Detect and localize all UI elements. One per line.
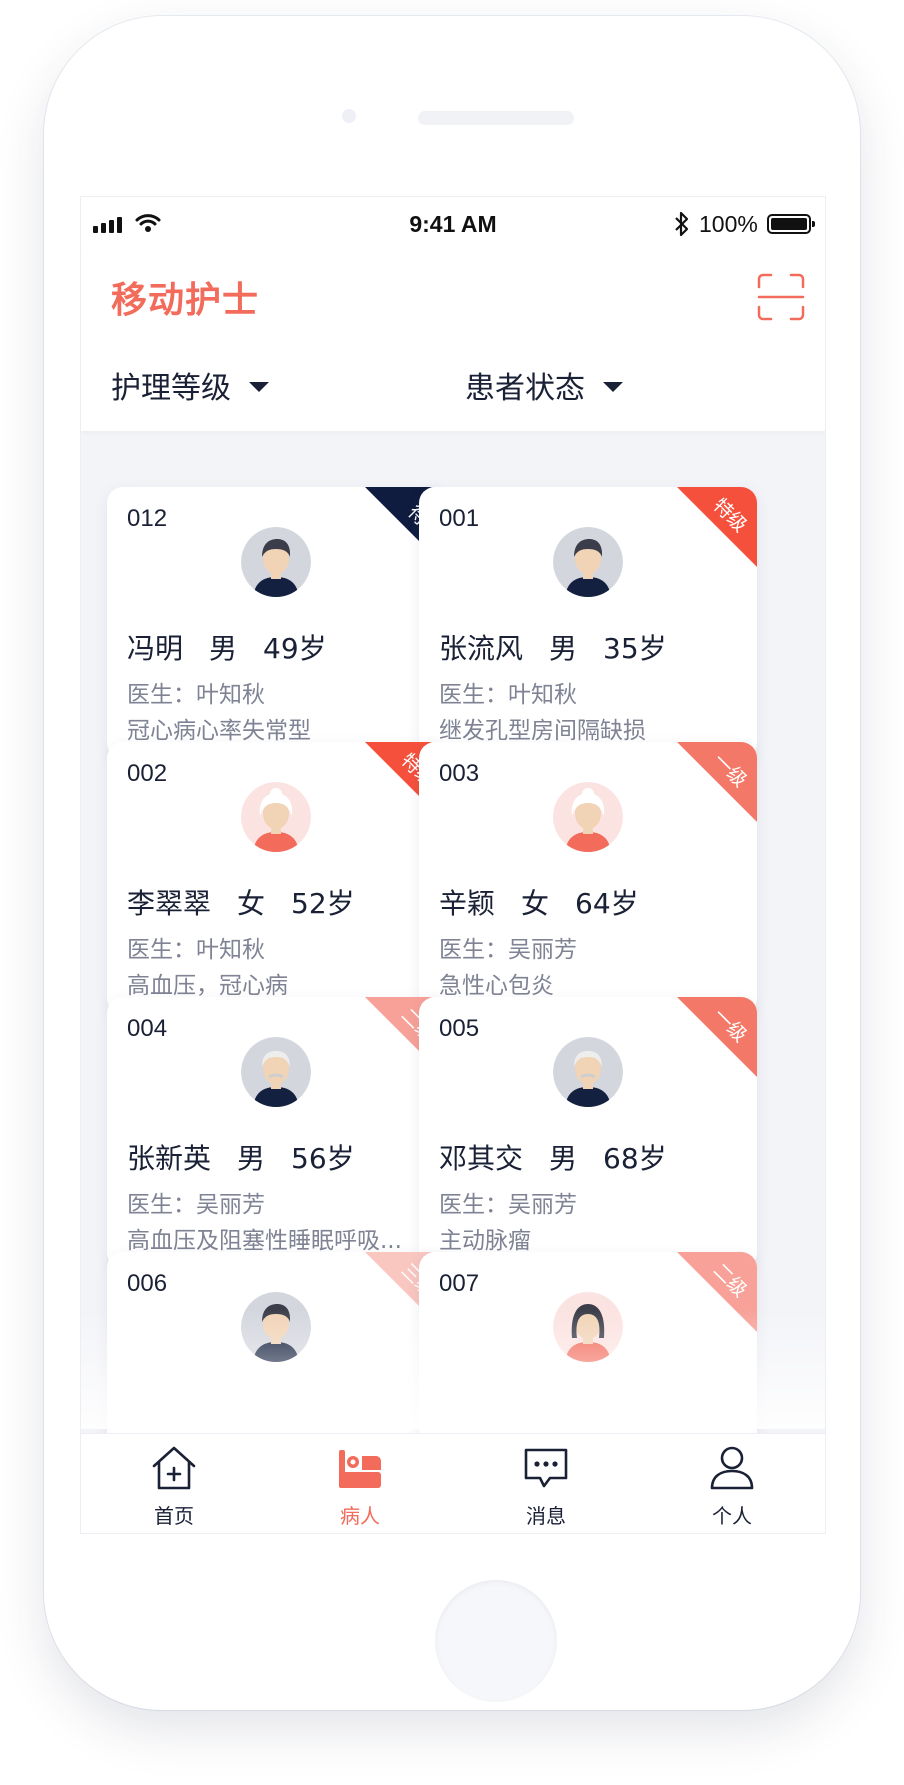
patient-bed-icon: [339, 1450, 381, 1488]
bed-number: 003: [439, 760, 480, 787]
bed-number: 002: [127, 760, 168, 787]
patient-name: 冯明: [127, 632, 184, 665]
tab-home[interactable]: 首页: [81, 1434, 267, 1533]
patient-sex: 女: [521, 887, 550, 920]
bluetooth-icon: [675, 211, 689, 237]
bed-number: 001: [439, 505, 480, 532]
patient-info: 李翠翠女 52岁: [127, 882, 355, 922]
attending-doctor: 医生：吴丽芳: [439, 1192, 577, 1218]
app-header: 移动护士 护理等级 患者状态: [81, 253, 825, 431]
patient-name: 辛颖: [439, 887, 496, 920]
patient-age: 49岁: [263, 632, 327, 665]
diagnosis: 高血压，冠心病: [127, 973, 288, 999]
bed-number: 006: [127, 1270, 168, 1297]
patient-sex: 男: [549, 1142, 578, 1175]
diagnosis: 继发孔型房间隔缺损: [439, 718, 646, 744]
patient-sex: 男: [209, 632, 238, 665]
tab-messages-label: 消息: [526, 1504, 566, 1528]
battery-icon: [767, 214, 815, 234]
patient-name: 李翠翠: [127, 887, 212, 920]
nursing-level-ribbon: 一级: [677, 742, 757, 822]
earpiece-speaker: [418, 111, 574, 125]
patient-avatar: [553, 1292, 623, 1362]
patient-avatar: [553, 527, 623, 597]
nursing-level-ribbon: 二级: [677, 1252, 757, 1332]
patient-card[interactable]: 003 一级辛颖女 64岁医生：吴丽芳 急性心包炎: [419, 742, 757, 1014]
diagnosis: 冠心病心率失常型: [127, 718, 311, 744]
patient-name: 邓其交: [439, 1142, 524, 1175]
patient-info: 张新英男 56岁: [127, 1137, 355, 1177]
bed-number: 004: [127, 1015, 168, 1042]
nursing-level-filter-label: 护理等级: [111, 371, 231, 406]
patient-age: 52岁: [291, 887, 355, 920]
nursing-level-filter[interactable]: 护理等级: [111, 363, 269, 407]
tab-patients[interactable]: 病人: [267, 1434, 453, 1533]
patient-sex: 男: [549, 632, 578, 665]
patient-card[interactable]: 005 一级邓其交男 68岁 医生：吴丽芳 主动脉瘤: [419, 997, 757, 1269]
patient-age: 35岁: [603, 632, 667, 665]
patient-info: 辛颖女 64岁: [439, 882, 639, 922]
patient-avatar: [553, 782, 623, 852]
bed-number: 005: [439, 1015, 480, 1042]
app-screen: 9:41 AM 100% 移动护士 护理等级 患者状态 012 待冯明男 49岁 医生…: [80, 196, 826, 1534]
patient-avatar: [241, 1292, 311, 1362]
patient-avatar: [241, 782, 311, 852]
tab-messages[interactable]: 消息: [453, 1434, 639, 1533]
user-icon: [710, 1446, 754, 1490]
attending-doctor: 医生：吴丽芳: [439, 937, 577, 963]
nursing-level-ribbon: 一级: [677, 997, 757, 1077]
patient-avatar: [553, 1037, 623, 1107]
diagnosis: 高血压及阻塞性睡眠呼吸...: [127, 1228, 402, 1254]
bed-number: 007: [439, 1270, 480, 1297]
nursing-level-label: 特级: [708, 494, 752, 537]
attending-doctor: 医生：吴丽芳: [127, 1192, 265, 1218]
nursing-level-label: 一级: [708, 749, 752, 792]
bed-number: 012: [127, 505, 168, 532]
patient-avatar: [241, 1037, 311, 1107]
patient-age: 68岁: [603, 1142, 667, 1175]
home-plus-icon: [152, 1446, 196, 1490]
patient-name: 张新英: [127, 1142, 212, 1175]
attending-doctor: 医生：叶知秋: [439, 682, 577, 708]
tab-profile-label: 个人: [712, 1504, 752, 1528]
app-title: 移动护士: [111, 280, 260, 321]
attending-doctor: 医生：叶知秋: [127, 937, 265, 963]
patient-card[interactable]: 001 特级张流风男 35岁 医生：叶知秋继发孔型房间隔缺损: [419, 487, 757, 759]
caret-down-icon: [603, 382, 623, 392]
patient-info: 张流风男 35岁: [439, 627, 667, 667]
nursing-level-ribbon: 特级: [677, 487, 757, 567]
caret-down-icon: [249, 382, 269, 392]
nursing-level-label: 二级: [708, 1259, 752, 1302]
tab-home-label: 首页: [154, 1504, 194, 1528]
patient-age: 64岁: [575, 887, 639, 920]
tab-patients-label: 病人: [340, 1504, 380, 1528]
patient-avatar: [241, 527, 311, 597]
patient-card[interactable]: 012 待冯明男 49岁 医生：叶知秋 冠心病心率失常型: [107, 487, 445, 759]
attending-doctor: 医生：叶知秋: [127, 682, 265, 708]
message-icon: [524, 1448, 568, 1488]
scan-icon[interactable]: [757, 273, 805, 321]
patient-age: 56岁: [291, 1142, 355, 1175]
patient-card[interactable]: 004 二级 张新英男 56岁 医生：吴丽芳 高血压及阻塞性睡眠呼吸...: [107, 997, 445, 1269]
diagnosis: 急性心包炎: [439, 973, 554, 999]
patient-info: 邓其交男 68岁: [439, 1137, 667, 1177]
status-bar: 9:41 AM 100%: [81, 197, 825, 253]
battery-percentage: 100%: [699, 211, 758, 237]
front-camera: [342, 109, 356, 123]
patient-status-filter[interactable]: 患者状态: [465, 363, 623, 407]
diagnosis: 主动脉瘤: [439, 1228, 531, 1254]
tab-bar: 首页 病人 消息 个人: [81, 1433, 825, 1533]
home-button[interactable]: [435, 1580, 557, 1702]
patient-status-filter-label: 患者状态: [465, 371, 585, 406]
nursing-level-label: 一级: [708, 1004, 752, 1047]
patient-sex: 男: [237, 1142, 266, 1175]
patient-name: 张流风: [439, 632, 524, 665]
patient-sex: 女: [237, 887, 266, 920]
patient-info: 冯明男 49岁: [127, 627, 327, 667]
tab-profile[interactable]: 个人: [639, 1434, 825, 1533]
patient-card[interactable]: 002 特级 李翠翠女 52岁 医生：叶知秋 高血压，冠心病: [107, 742, 445, 1014]
